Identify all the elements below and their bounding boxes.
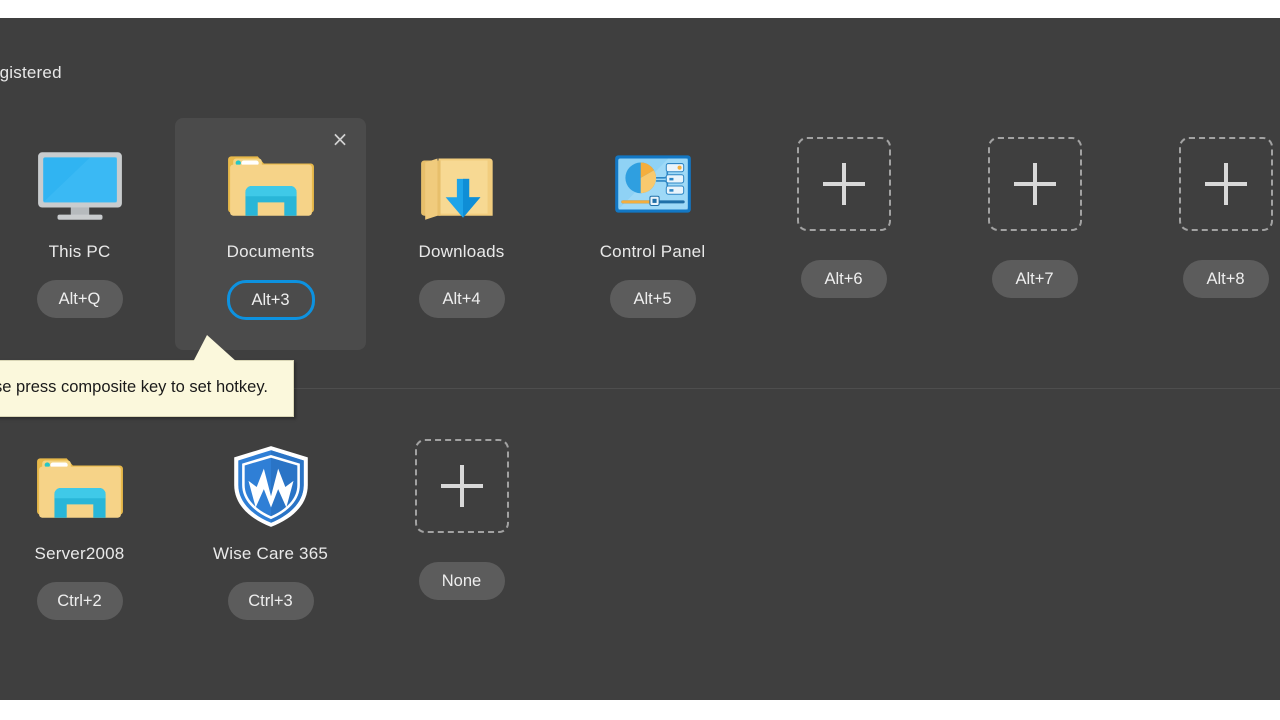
shortcut-label: Control Panel — [599, 242, 706, 261]
shortcut-label: Documents — [226, 242, 315, 261]
app-shortcuts-row: Server2008 Ctrl+2 Wise Care 365 Ctrl+3 None — [0, 420, 557, 652]
add-plus-icon[interactable] — [796, 136, 892, 232]
shortcut-tile[interactable]: This PC Alt+Q — [0, 118, 175, 350]
hotkey-badge[interactable]: Alt+Q — [36, 280, 123, 318]
hotkey-manager-window: Unregistered This PC Alt+Q × Documents Alt+3… — [0, 18, 1280, 700]
registration-status-label: Unregistered — [0, 63, 62, 82]
shortcut-tile-empty[interactable]: Alt+8 — [1130, 118, 1280, 350]
add-plus-icon[interactable] — [1178, 136, 1274, 232]
shortcut-tile[interactable]: Downloads Alt+4 — [366, 118, 557, 350]
shortcut-tile-empty[interactable]: Alt+6 — [748, 118, 939, 350]
tooltip-message: Please press composite key to set hotkey… — [0, 378, 268, 396]
hotkey-badge[interactable]: Alt+4 — [418, 280, 505, 318]
tooltip-pointer — [193, 335, 237, 362]
hotkey-badge[interactable]: Alt+7 — [991, 260, 1078, 298]
hotkey-badge[interactable]: Alt+5 — [609, 280, 696, 318]
hotkey-badge[interactable]: None — [418, 562, 505, 600]
hotkey-badge[interactable]: Alt+3 — [226, 280, 315, 320]
documents-folder-icon — [32, 438, 128, 534]
shortcut-tile[interactable]: × Documents Alt+3 — [175, 118, 366, 350]
downloads-folder-icon — [414, 136, 510, 232]
shortcut-label: Server2008 — [34, 544, 125, 563]
close-icon[interactable]: × — [330, 129, 350, 150]
documents-folder-icon — [223, 136, 319, 232]
shortcut-label: Wise Care 365 — [212, 544, 329, 563]
add-plus-icon[interactable] — [414, 438, 510, 534]
hotkey-badge[interactable]: Alt+6 — [800, 260, 887, 298]
monitor-icon — [32, 136, 128, 232]
shortcut-tile[interactable]: Control Panel Alt+5 — [557, 118, 748, 350]
wise-care-shield-icon — [223, 438, 319, 534]
shortcut-tile-empty[interactable]: Alt+7 — [939, 118, 1130, 350]
system-shortcuts-row: This PC Alt+Q × Documents Alt+3 Downloads Alt+… — [0, 118, 1280, 350]
hotkey-badge[interactable]: Alt+8 — [1182, 260, 1269, 298]
shortcut-tile[interactable]: Server2008 Ctrl+2 — [0, 420, 175, 652]
shortcut-label: This PC — [48, 242, 111, 261]
control-panel-icon — [605, 136, 701, 232]
shortcut-label: Downloads — [418, 242, 505, 261]
hotkey-badge[interactable]: Ctrl+3 — [227, 582, 314, 620]
hotkey-tooltip: Please press composite key to set hotkey… — [0, 335, 294, 417]
add-plus-icon[interactable] — [987, 136, 1083, 232]
shortcut-tile[interactable]: Wise Care 365 Ctrl+3 — [175, 420, 366, 652]
hotkey-badge[interactable]: Ctrl+2 — [36, 582, 123, 620]
shortcut-tile-empty[interactable]: None — [366, 420, 557, 652]
